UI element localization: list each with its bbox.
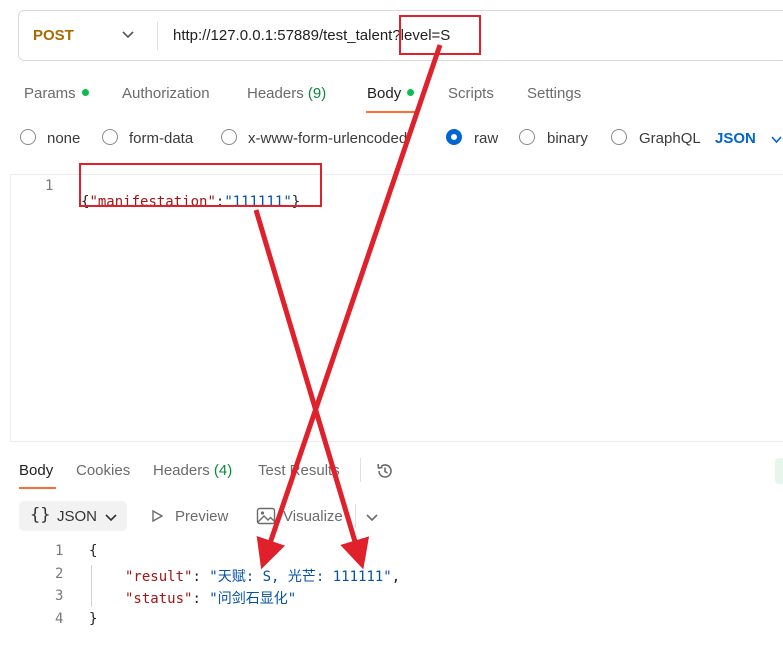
response-format-label: JSON <box>57 508 98 525</box>
radio-graphql-label: GraphQL <box>639 130 701 147</box>
response-tab-headers[interactable]: Headers (4) <box>153 462 232 479</box>
response-tab-test-results[interactable]: Test Results <box>258 462 340 479</box>
json-key: "status" <box>125 591 193 607</box>
radio-binary-label: binary <box>547 130 588 147</box>
tab-body[interactable]: Body <box>367 85 415 102</box>
tab-params[interactable]: Params <box>24 85 89 102</box>
line-number: 1 <box>45 178 54 194</box>
tab-body-label: Body <box>367 85 402 102</box>
annotation-box-url-param <box>399 15 481 55</box>
request-body-editor[interactable] <box>10 174 783 442</box>
divider <box>360 458 361 482</box>
trailing-comma: , <box>391 569 401 585</box>
chevron-down-icon[interactable] <box>365 510 379 524</box>
response-tab-headers-count: (4) <box>213 462 233 479</box>
status-dot-icon <box>407 88 415 96</box>
divider <box>355 504 356 528</box>
response-line: "result": "天赋: S, 光芒: 111111", <box>125 569 401 585</box>
radio-binary[interactable] <box>519 129 535 145</box>
tab-scripts[interactable]: Scripts <box>448 85 494 102</box>
json-value: "天赋: S, 光芒: 111111" <box>209 569 392 585</box>
preview-button[interactable]: Preview <box>175 508 228 525</box>
radio-graphql[interactable] <box>611 129 627 145</box>
response-line: "status": "问剑石显化" <box>125 591 297 607</box>
radio-urlencoded[interactable] <box>221 129 237 145</box>
radio-raw[interactable] <box>446 129 462 145</box>
visualize-button[interactable]: Visualize <box>283 508 343 525</box>
status-dot-icon <box>81 88 89 96</box>
active-tab-indicator <box>366 111 418 113</box>
indent-guide <box>91 565 92 607</box>
radio-urlencoded-label: x-www-form-urlencoded <box>248 130 408 147</box>
annotation-box-request-body <box>79 163 322 207</box>
editor-border <box>10 174 11 442</box>
method-select[interactable]: POST <box>33 27 74 44</box>
history-icon[interactable] <box>375 461 395 481</box>
tab-authorization[interactable]: Authorization <box>122 85 210 102</box>
chevron-down-icon[interactable] <box>121 27 135 41</box>
chevron-down-icon[interactable] <box>770 133 783 146</box>
braces-icon: {} <box>30 505 51 525</box>
radio-form-data[interactable] <box>102 129 118 145</box>
tab-settings[interactable]: Settings <box>527 85 581 102</box>
status-pill <box>775 458 783 484</box>
response-tab-cookies[interactable]: Cookies <box>76 462 130 479</box>
tab-headers[interactable]: Headers (9) <box>247 85 326 102</box>
tab-params-label: Params <box>24 85 76 102</box>
json-key: "result" <box>125 569 193 585</box>
response-line: { <box>89 543 98 559</box>
active-tab-indicator <box>19 487 56 489</box>
image-icon <box>256 507 276 525</box>
radio-none-label: none <box>47 130 81 147</box>
radio-raw-label: raw <box>474 130 499 147</box>
response-tab-headers-label: Headers <box>153 462 210 479</box>
line-number: 3 <box>55 588 64 604</box>
radio-form-data-label: form-data <box>129 130 194 147</box>
format-select[interactable]: JSON <box>715 130 756 147</box>
play-icon <box>152 509 164 523</box>
chevron-down-icon <box>105 514 117 522</box>
tab-headers-count: (9) <box>307 85 327 102</box>
line-number: 4 <box>55 611 64 627</box>
response-tab-body[interactable]: Body <box>19 462 53 479</box>
json-value: "问剑石显化" <box>209 591 297 607</box>
url-divider <box>157 22 158 50</box>
radio-none[interactable] <box>20 129 36 145</box>
response-line: } <box>89 611 98 627</box>
line-number: 1 <box>55 543 64 559</box>
line-number: 2 <box>55 566 64 582</box>
tab-headers-label: Headers <box>247 85 304 102</box>
